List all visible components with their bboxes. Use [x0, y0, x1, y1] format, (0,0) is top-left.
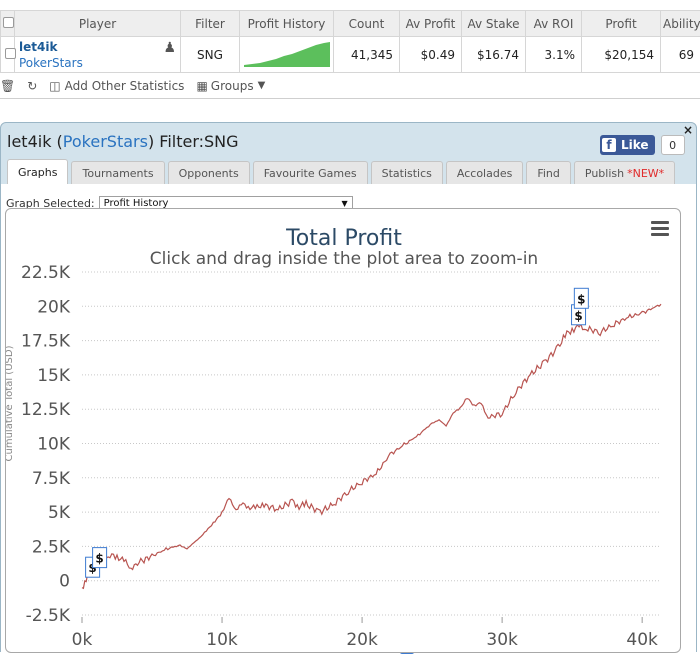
y-tick-label: 17.5K	[21, 332, 71, 352]
y-tick-label: 2.5K	[32, 537, 71, 557]
facebook-like-widget: f Like 0	[600, 135, 685, 155]
chess-pawn-icon[interactable]: ♟	[163, 40, 176, 56]
tab-accolades[interactable]: Accolades	[446, 161, 523, 184]
tab-graphs[interactable]: Graphs	[7, 159, 68, 184]
refresh-icon[interactable]: ↻	[27, 79, 37, 93]
chevron-down-icon: ▼	[341, 199, 347, 208]
row-select-cell[interactable]	[1, 37, 15, 73]
col-header-count[interactable]: Count	[334, 11, 400, 37]
profit-sparkline	[244, 39, 330, 67]
col-header-profit[interactable]: Profit	[582, 11, 661, 37]
col-header-ability[interactable]: Ability	[661, 11, 700, 37]
profit-history-cell	[240, 37, 334, 73]
filter-cell: SNG	[181, 37, 240, 73]
profit-chart[interactable]: Total ProfitClick and drag inside the pl…	[6, 209, 682, 654]
tab-label: Opponents	[179, 167, 239, 180]
tab-tournaments[interactable]: Tournaments	[71, 161, 164, 184]
player-report-panel: let4ik (PokerStars) Filter:SNG × f Like …	[0, 122, 697, 652]
av-roi-cell: 3.1%	[526, 37, 582, 73]
x-tick-label: 10k	[206, 630, 238, 650]
y-tick-label: 20K	[37, 297, 71, 317]
facebook-like-button[interactable]: f Like	[600, 135, 655, 155]
results-table: Player Filter Profit History Count Av Pr…	[0, 10, 700, 73]
y-tick-label: 0	[59, 572, 70, 592]
facebook-icon: f	[602, 138, 616, 152]
col-header-player[interactable]: Player	[15, 11, 181, 37]
player-name-link[interactable]: let4ik	[19, 40, 176, 54]
y-tick-label: 10K	[37, 435, 71, 455]
panel-tabs: Graphs Tournaments Opponents Favourite G…	[7, 161, 678, 184]
window-icon: ◫	[49, 79, 60, 93]
col-header-av-stake[interactable]: Av Stake	[462, 11, 526, 37]
panel-site-link[interactable]: PokerStars	[63, 132, 148, 151]
x-tick-label: 0k	[72, 630, 93, 650]
tab-opponents[interactable]: Opponents	[168, 161, 250, 184]
like-count: 0	[661, 135, 685, 155]
x-tick-label: 40k	[626, 630, 658, 650]
y-axis-label: Cumulative Total (USD)	[6, 345, 15, 461]
new-badge: *NEW*	[627, 167, 664, 180]
add-other-statistics-label: Add Other Statistics	[65, 79, 185, 93]
tab-label: Find	[537, 167, 560, 180]
y-tick-label: 7.5K	[32, 469, 71, 489]
player-site-link[interactable]: PokerStars	[19, 56, 176, 70]
tab-label: Tournaments	[82, 167, 153, 180]
tab-label: Publish	[585, 167, 624, 180]
chart-menu-icon[interactable]	[651, 221, 669, 239]
tab-find[interactable]: Find	[526, 161, 571, 184]
significant-win-label: $	[95, 552, 103, 566]
select-all-checkbox[interactable]	[3, 17, 14, 28]
tab-label: Favourite Games	[264, 167, 357, 180]
trash-icon[interactable]: 🗑	[0, 79, 15, 93]
x-tick-label: 20k	[346, 630, 378, 650]
col-header-filter[interactable]: Filter	[181, 11, 240, 37]
av-stake-cell: $16.74	[462, 37, 526, 73]
groups-label: Groups	[211, 79, 254, 93]
tab-label: Graphs	[18, 166, 57, 179]
y-tick-label: -2.5K	[26, 606, 71, 626]
panel-player-name: let4ik	[7, 132, 51, 151]
select-all-header[interactable]	[1, 11, 15, 37]
ability-cell: 69	[661, 37, 700, 73]
tab-label: Accolades	[457, 167, 512, 180]
results-section: Player Filter Profit History Count Av Pr…	[0, 10, 700, 99]
chart-subtitle: Click and drag inside the plot area to z…	[150, 249, 538, 269]
profit-series-line	[82, 304, 661, 588]
add-other-statistics-button[interactable]: ◫ Add Other Statistics	[49, 79, 184, 93]
player-cell: let4ik PokerStars ♟	[15, 37, 181, 73]
panel-title-close-paren: )	[148, 132, 154, 151]
like-label: Like	[621, 138, 649, 152]
chart-title: Total Profit	[285, 226, 402, 251]
tab-statistics[interactable]: Statistics	[371, 161, 443, 184]
results-toolbar: 🗑 ↻ ◫ Add Other Statistics ▦ Groups ▼	[0, 73, 700, 99]
groups-dropdown[interactable]: ▦ Groups ▼	[196, 79, 265, 93]
x-tick-label: 30k	[486, 630, 518, 650]
caret-down-icon: ▼	[258, 80, 266, 91]
y-tick-label: 15K	[37, 366, 71, 386]
y-tick-label: 12.5K	[21, 400, 71, 420]
count-cell: 41,345	[334, 37, 400, 73]
graph-select-value: Profit History	[104, 198, 169, 209]
y-tick-label: 22.5K	[21, 263, 71, 283]
tab-publish[interactable]: Publish*NEW*	[574, 161, 675, 184]
col-header-av-profit[interactable]: Av Profit	[400, 11, 462, 37]
tab-label: Statistics	[382, 167, 432, 180]
y-tick-label: 5K	[48, 503, 71, 523]
col-header-av-roi[interactable]: Av ROI	[526, 11, 582, 37]
col-header-profit-history[interactable]: Profit History	[240, 11, 334, 37]
significant-win-label: $	[577, 292, 585, 306]
panel-title: let4ik (PokerStars) Filter:SNG	[7, 132, 239, 151]
chart-container[interactable]: Total ProfitClick and drag inside the pl…	[5, 208, 681, 653]
av-profit-cell: $0.49	[400, 37, 462, 73]
grid-icon: ▦	[196, 79, 207, 93]
tab-favourite-games[interactable]: Favourite Games	[253, 161, 368, 184]
graphs-content: Graph Selected: Profit History ▼ Total P…	[1, 184, 696, 653]
table-row[interactable]: let4ik PokerStars ♟ SNG 41,345 $0.49 $16…	[1, 37, 700, 73]
sparkline-area	[244, 42, 330, 67]
panel-filter: Filter:SNG	[159, 132, 238, 151]
profit-cell: $20,154	[582, 37, 661, 73]
significant-win-label: $	[574, 309, 582, 323]
